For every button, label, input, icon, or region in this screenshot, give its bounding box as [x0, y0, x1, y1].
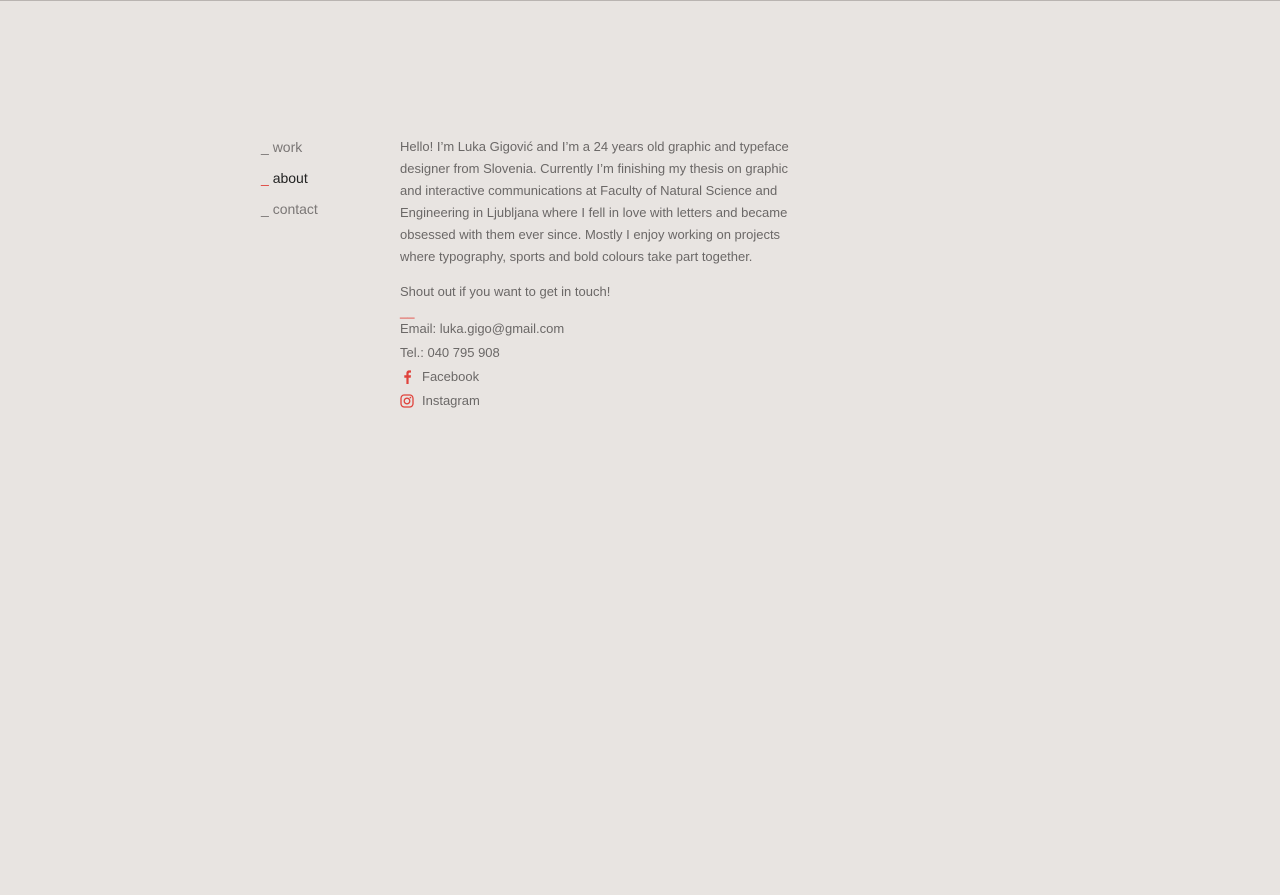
email-label: Email:: [400, 321, 437, 336]
instagram-icon[interactable]: [400, 394, 414, 408]
tel-number: 040 795 908: [427, 345, 500, 360]
instagram-line: Instagram: [400, 392, 800, 410]
main-nav: _ work _ about _ contact: [261, 138, 318, 231]
contact-prompt: Shout out if you want to get in touch!: [400, 284, 611, 299]
nav-item-work[interactable]: _ work: [261, 138, 318, 156]
nav-mark: _: [261, 170, 269, 186]
facebook-link[interactable]: Facebook: [422, 368, 479, 386]
nav-item-label: contact: [272, 201, 318, 217]
top-border: [0, 0, 1280, 1]
nav-mark: _: [261, 139, 269, 155]
email-line: Email: luka.gigo@gmail.com: [400, 320, 800, 338]
nav-item-contact[interactable]: _ contact: [261, 200, 318, 218]
nav-item-about[interactable]: _ about: [261, 169, 318, 187]
accent-divider: __: [400, 304, 415, 319]
facebook-icon[interactable]: [400, 370, 414, 384]
nav-mark: _: [261, 201, 269, 217]
bio-text: Hello! I’m Luka Gigović and I’m a 24 yea…: [400, 139, 789, 264]
tel-line: Tel.: 040 795 908: [400, 344, 800, 362]
email-link[interactable]: luka.gigo@gmail.com: [440, 320, 564, 338]
instagram-link[interactable]: Instagram: [422, 392, 480, 410]
facebook-line: Facebook: [400, 368, 800, 386]
tel-label: Tel.:: [400, 345, 424, 360]
about-content: Hello! I’m Luka Gigović and I’m a 24 yea…: [400, 136, 800, 416]
nav-item-label: work: [272, 139, 303, 155]
nav-item-label: about: [272, 170, 308, 186]
